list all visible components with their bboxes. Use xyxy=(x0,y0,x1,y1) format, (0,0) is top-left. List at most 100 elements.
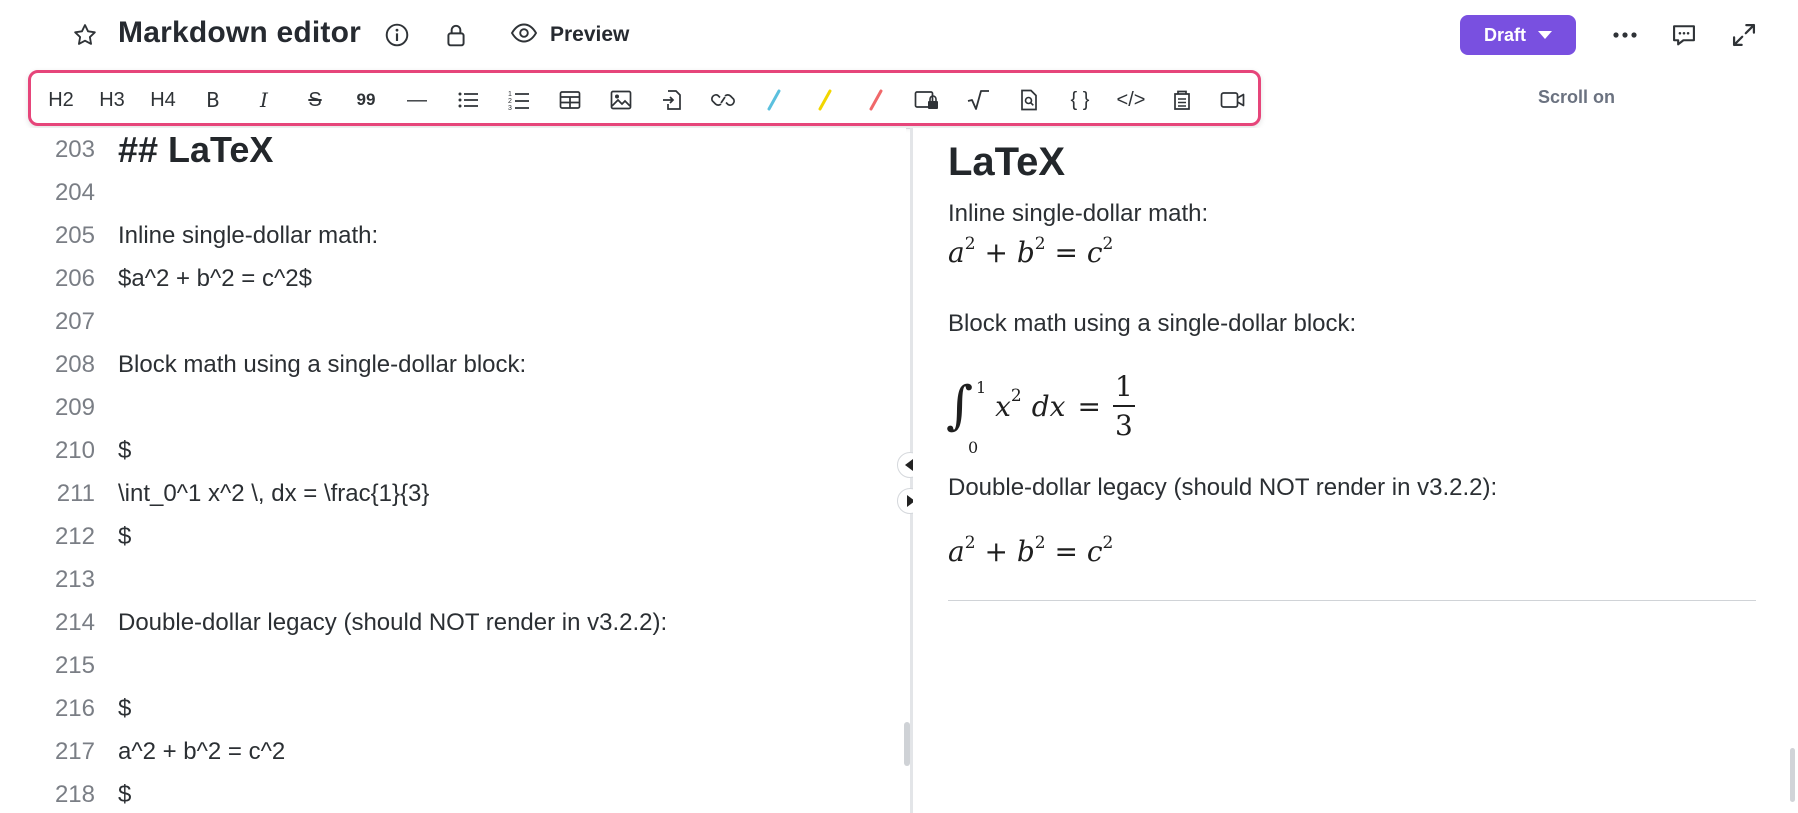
video-button[interactable] xyxy=(1215,86,1251,114)
math-sqrt-icon xyxy=(967,90,989,110)
line-text: Double-dollar legacy (should NOT render … xyxy=(118,608,668,636)
draft-status-dropdown[interactable]: Draft xyxy=(1460,15,1576,55)
preview-scrollbar[interactable] xyxy=(1790,748,1795,802)
header-bar: Markdown editor Preview Draft xyxy=(0,0,1798,70)
editor-line: 208 Block math using a single-dollar bloc… xyxy=(0,343,906,386)
clipboard-button[interactable] xyxy=(1164,86,1200,114)
block-math: ∫ 1 0 x2 dx = 1 3 xyxy=(946,364,1135,456)
line-number: 213 xyxy=(54,565,95,593)
editor-line: 206 $a^2 + b^2 = c^2$ xyxy=(0,257,906,300)
quote-button[interactable]: 99 xyxy=(348,86,384,114)
heading-3-icon: H3 xyxy=(99,88,125,111)
editor-line: 211 \int_0^1 x^2 \, dx = \frac{1}{3} xyxy=(0,472,906,515)
insert-file-button[interactable] xyxy=(654,86,690,114)
line-number: 204 xyxy=(54,178,95,206)
draft-label: Draft xyxy=(1483,24,1526,45)
line-text: Block math using a single-dollar block: xyxy=(118,350,527,378)
line-text: Inline single-dollar math: xyxy=(118,221,379,249)
line-number: 214 xyxy=(54,608,95,636)
star-icon[interactable] xyxy=(70,20,100,50)
line-number: 211 xyxy=(56,479,95,507)
chevron-down-icon xyxy=(1538,31,1552,39)
editor-line: 203 ## LaTeX xyxy=(0,128,906,171)
markdown-editor[interactable]: 203 ## LaTeX 204 205 Inline single-dollar … xyxy=(0,128,906,813)
highlight-red-button[interactable] xyxy=(858,86,894,114)
bold-icon: B xyxy=(206,88,220,112)
comment-icon[interactable] xyxy=(1667,18,1701,52)
line-number: 203 xyxy=(54,135,95,163)
preview-label: Preview xyxy=(550,23,630,46)
highlight-blue-button[interactable] xyxy=(756,86,792,114)
line-number: 209 xyxy=(54,393,95,421)
code-block-button[interactable]: { } xyxy=(1062,86,1098,114)
line-text: $a^2 + b^2 = c^2$ xyxy=(118,264,312,292)
expand-icon[interactable] xyxy=(1727,18,1761,52)
table-button[interactable] xyxy=(552,86,588,114)
numbered-list-icon: 123 xyxy=(508,91,529,111)
line-number: 206 xyxy=(54,264,95,292)
bold-button[interactable]: B xyxy=(195,86,231,114)
page-title: Markdown editor xyxy=(118,16,362,49)
more-options-icon[interactable] xyxy=(1608,18,1642,52)
svg-text:2: 2 xyxy=(508,98,512,105)
editor-line: 217 a^2 + b^2 = c^2 xyxy=(0,730,906,773)
line-number: 205 xyxy=(54,221,95,249)
line-number: 216 xyxy=(54,694,95,722)
line-number: 217 xyxy=(54,737,95,765)
horizontal-rule-icon: — xyxy=(407,88,427,111)
math-button[interactable] xyxy=(960,86,996,114)
fraction: 1 3 xyxy=(1112,370,1135,442)
editor-line: 216 $ xyxy=(0,687,906,730)
line-text: $ xyxy=(118,694,132,722)
insert-file-icon xyxy=(663,90,681,110)
svg-text:1: 1 xyxy=(508,91,512,98)
preview-pane: LaTeX Inline single-dollar math: a2 + b2… xyxy=(913,128,1798,813)
heading-4-button[interactable]: H4 xyxy=(145,86,181,114)
line-text: $ xyxy=(118,780,132,808)
heading-4-icon: H4 xyxy=(150,88,176,111)
horizontal-rule-button[interactable]: — xyxy=(399,86,435,114)
heading-2-button[interactable]: H2 xyxy=(43,86,79,114)
italic-icon: I xyxy=(260,88,268,112)
editor-line: 212 $ xyxy=(0,515,906,558)
lock-icon[interactable] xyxy=(441,20,471,50)
line-number: 215 xyxy=(54,651,95,679)
bullet-list-button[interactable] xyxy=(450,86,486,114)
italic-button[interactable]: I xyxy=(246,86,282,114)
line-number: 210 xyxy=(54,436,95,464)
line-number: 208 xyxy=(54,350,95,378)
image-button[interactable] xyxy=(603,86,639,114)
locked-content-icon xyxy=(914,91,938,109)
highlight-yellow-icon xyxy=(818,89,832,111)
editor-line: 215 xyxy=(0,644,906,687)
editor-line: 218 $ xyxy=(0,773,906,813)
numbered-list-button[interactable]: 123 xyxy=(501,86,537,114)
link-button[interactable] xyxy=(705,86,741,114)
scroll-sync-toggle[interactable]: Scroll on xyxy=(1538,87,1615,108)
heading-3-button[interactable]: H3 xyxy=(94,86,130,114)
strikethrough-button[interactable]: S xyxy=(297,86,333,114)
search-document-icon xyxy=(1021,89,1037,111)
strikethrough-icon: S xyxy=(308,88,322,111)
line-text: ## LaTeX xyxy=(118,128,274,170)
horizontal-rule xyxy=(948,600,1756,601)
preview-paragraph: Inline single-dollar math: xyxy=(948,200,1209,227)
highlight-yellow-button[interactable] xyxy=(807,86,843,114)
code-block-icon: { } xyxy=(1070,88,1090,111)
highlight-blue-icon xyxy=(767,89,781,111)
preview-button[interactable]: Preview xyxy=(510,17,629,53)
link-icon xyxy=(711,94,735,106)
locked-content-button[interactable] xyxy=(909,86,945,114)
line-number: 218 xyxy=(54,780,95,808)
line-text: $ xyxy=(118,436,132,464)
table-icon xyxy=(559,91,581,109)
editor-line: 207 xyxy=(0,300,906,343)
heading-2-icon: H2 xyxy=(48,88,74,111)
editor-line: 204 xyxy=(0,171,906,214)
info-icon[interactable] xyxy=(382,20,412,50)
editor-line: 214 Double-dollar legacy (should NOT rend… xyxy=(0,601,906,644)
html-button[interactable]: </> xyxy=(1113,86,1149,114)
preview-heading: LaTeX xyxy=(948,140,1066,184)
line-text: \int_0^1 x^2 \, dx = \frac{1}{3} xyxy=(118,479,430,507)
search-document-button[interactable] xyxy=(1011,86,1047,114)
